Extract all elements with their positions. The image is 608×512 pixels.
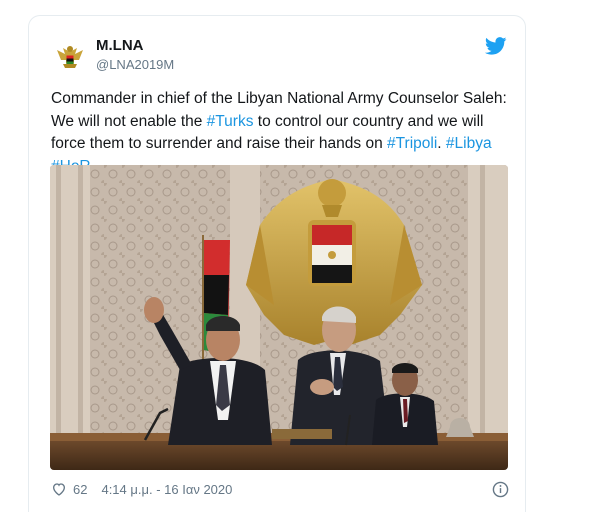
heart-icon[interactable] [51, 481, 67, 497]
handle[interactable]: @LNA2019M [96, 56, 174, 74]
hashtag-tripoli[interactable]: #Tripoli [387, 135, 437, 152]
timestamp[interactable]: 4:14 μ.μ. - 16 Ιαν 2020 [101, 482, 232, 497]
tweet-header: M.LNA @LNA2019M [51, 36, 507, 76]
hashtag-libya[interactable]: #Libya [446, 135, 492, 152]
eagle-emblem-icon [51, 36, 89, 74]
text-segment: . [437, 135, 446, 152]
twitter-bird-icon[interactable] [485, 37, 507, 55]
tweet-photo[interactable] [50, 165, 508, 470]
hashtag-turks[interactable]: #Turks [207, 113, 254, 130]
tweet-footer: 62 4:14 μ.μ. - 16 Ιαν 2020 [51, 481, 509, 501]
display-name[interactable]: M.LNA [96, 36, 174, 55]
author-info: M.LNA @LNA2019M [96, 36, 174, 74]
like-button[interactable]: 62 4:14 μ.μ. - 16 Ιαν 2020 [51, 481, 232, 497]
avatar[interactable] [51, 36, 89, 74]
like-count: 62 [73, 481, 88, 497]
tweet-card: M.LNA @LNA2019M Commander in chief of th… [28, 15, 526, 512]
info-icon[interactable] [492, 481, 509, 498]
parliament-photo [50, 165, 508, 470]
